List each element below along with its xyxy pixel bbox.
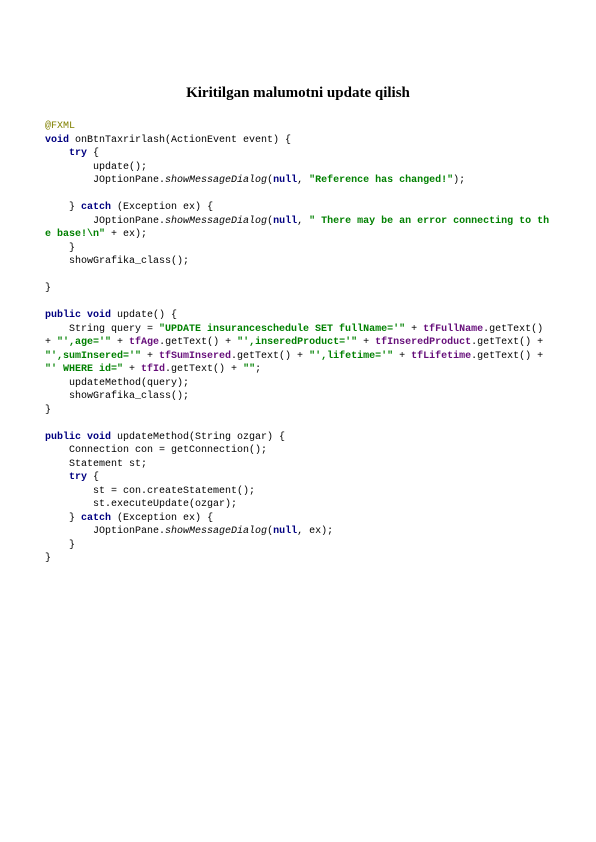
code-text: JOptionPane. (45, 526, 165, 537)
indent (45, 472, 69, 483)
brace: } (45, 405, 51, 416)
brace: } (45, 243, 75, 254)
string-literal: "',inseredProduct='" (237, 337, 357, 348)
brace: } (45, 540, 75, 551)
op-plus: + (111, 337, 129, 348)
code-text: .getText() + (165, 364, 243, 375)
code-text: .getText() + (231, 351, 309, 362)
string-literal: "" (243, 364, 255, 375)
string-literal: "' WHERE id=" (45, 364, 123, 375)
string-literal: "UPDATE insuranceschedule SET fullName='… (159, 324, 405, 335)
method-signature: update() { (111, 310, 177, 321)
op-plus: + (123, 364, 141, 375)
keyword-try: try (69, 148, 87, 159)
keyword-try: try (69, 472, 87, 483)
annotation-fxml: @FXML (45, 121, 75, 132)
op-plus: + (393, 351, 411, 362)
code-text: (Exception ex) { (111, 513, 213, 524)
code-line: showGrafika_class(); (45, 256, 189, 267)
comma: , (297, 216, 309, 227)
field-ref: tfFullName (423, 324, 483, 335)
field-ref: tfAge (129, 337, 159, 348)
code-text: .getText() + (471, 337, 549, 348)
keyword-null: null (273, 175, 297, 186)
code-text: + ex); (105, 229, 147, 240)
op-plus: + (141, 351, 159, 362)
brace: { (87, 148, 99, 159)
keyword-public-void: public void (45, 432, 111, 443)
code-text: , ex); (297, 526, 333, 537)
code-text: JOptionPane. (45, 216, 165, 227)
code-text: } (45, 202, 81, 213)
string-literal: "Reference has changed!" (309, 175, 453, 186)
static-method: showMessageDialog (165, 175, 267, 186)
op-plus: + (405, 324, 423, 335)
keyword-null: null (273, 526, 297, 537)
field-ref: tfSumInsered (159, 351, 231, 362)
code-text: } (45, 513, 81, 524)
code-line: st = con.createStatement(); (45, 486, 255, 497)
code-line: st.executeUpdate(ozgar); (45, 499, 237, 510)
string-literal: "',age='" (57, 337, 111, 348)
field-ref: tfLifetime (411, 351, 471, 362)
keyword-void: void (45, 135, 69, 146)
page-title: Kiritilgan malumotni update qilish (45, 85, 551, 102)
static-method: showMessageDialog (165, 526, 267, 537)
comma: , (297, 175, 309, 186)
keyword-null: null (273, 216, 297, 227)
keyword-public-void: public void (45, 310, 111, 321)
brace: } (45, 553, 51, 564)
string-literal: "',lifetime='" (309, 351, 393, 362)
code-text: .getText() + (471, 351, 549, 362)
string-literal: "',sumInsered='" (45, 351, 141, 362)
code-text: String query = (45, 324, 159, 335)
paren-close: ); (453, 175, 465, 186)
brace: { (87, 472, 99, 483)
code-line: updateMethod(query); (45, 378, 189, 389)
code-line: update(); (45, 162, 147, 173)
code-block: @FXML void onBtnTaxrirlash(ActionEvent e… (45, 120, 551, 566)
field-ref: tfInseredProduct (375, 337, 471, 348)
keyword-catch: catch (81, 202, 111, 213)
code-line: Connection con = getConnection(); (45, 445, 267, 456)
code-text: (Exception ex) { (111, 202, 213, 213)
static-method: showMessageDialog (165, 216, 267, 227)
brace: } (45, 283, 51, 294)
op-plus: + (357, 337, 375, 348)
keyword-catch: catch (81, 513, 111, 524)
code-text: JOptionPane. (45, 175, 165, 186)
code-line: showGrafika_class(); (45, 391, 189, 402)
method-signature: updateMethod(String ozgar) { (111, 432, 285, 443)
code-line: Statement st; (45, 459, 147, 470)
code-text: .getText() + (159, 337, 237, 348)
indent (45, 148, 69, 159)
field-ref: tfId (141, 364, 165, 375)
method-signature: onBtnTaxrirlash(ActionEvent event) { (69, 135, 291, 146)
semicolon: ; (255, 364, 261, 375)
